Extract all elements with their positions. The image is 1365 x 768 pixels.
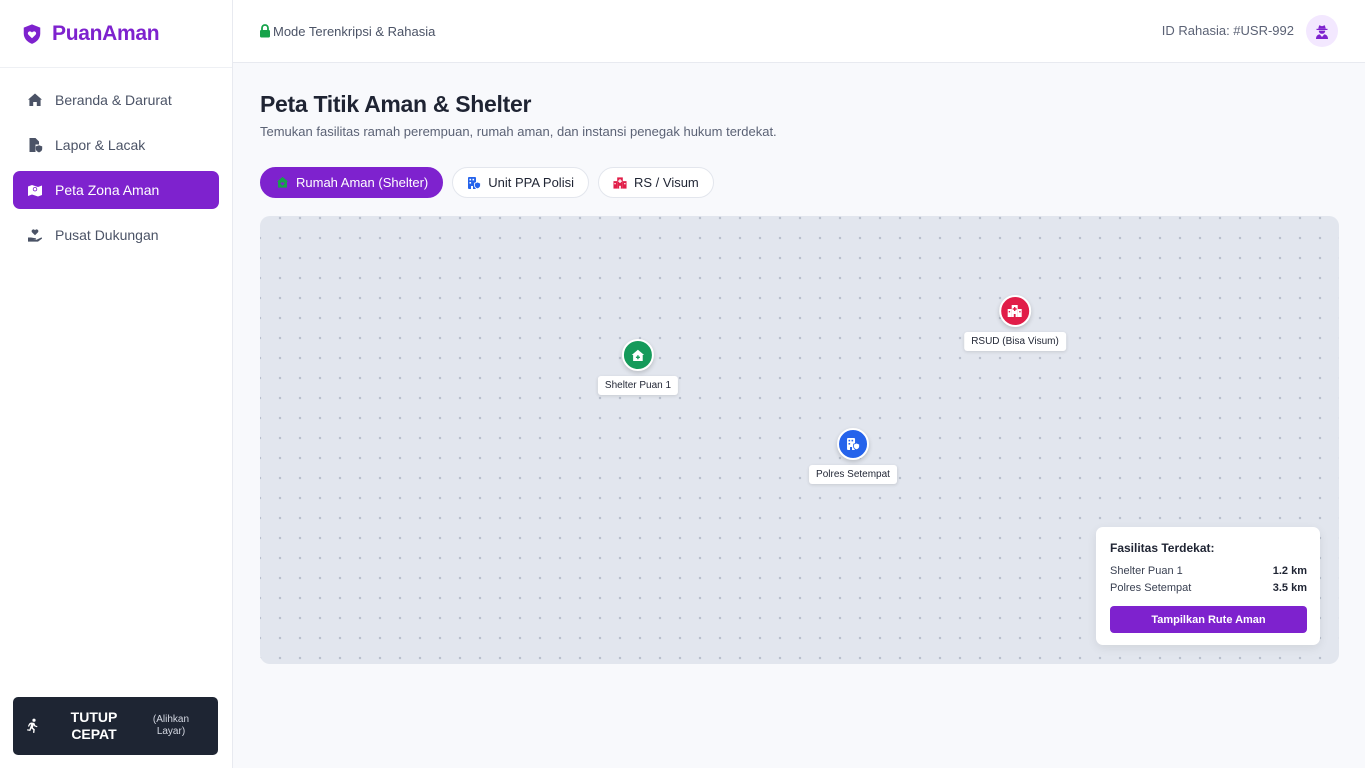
quick-exit-subtitle: (Alihkan Layar) (152, 714, 190, 737)
nearest-title: Fasilitas Terdekat: (1110, 541, 1215, 555)
sidebar-nav: Beranda & Darurat Lapor & Lacak Peta Zon… (0, 68, 232, 254)
hand-holding-heart-icon (27, 227, 43, 243)
marker-label: Shelter Puan 1 (597, 376, 679, 395)
file-shield-icon (27, 137, 43, 153)
police-building-icon (846, 437, 860, 451)
nearest-row[interactable]: Polres Setempat 3.5 km (1110, 582, 1307, 599)
running-person-icon (24, 718, 40, 734)
map-marker-police[interactable]: Polres Setempat (809, 428, 897, 484)
sidebar-item-label: Beranda & Darurat (55, 92, 172, 108)
facility-distance: 3.5 km (1272, 582, 1307, 594)
shield-heart-logo-icon (21, 23, 43, 45)
house-icon (275, 176, 289, 190)
hospital-icon (1007, 304, 1022, 318)
quick-exit-button[interactable]: TUTUP CEPAT (Alihkan Layar) (13, 697, 218, 755)
sidebar-item-label: Peta Zona Aman (55, 182, 160, 198)
show-safe-route-button[interactable]: Tampilkan Rute Aman (1110, 606, 1307, 633)
facility-name: Shelter Puan 1 (1110, 565, 1183, 577)
filter-label: RS / Visum (633, 175, 699, 190)
user-secret-icon (1315, 24, 1329, 39)
sidebar: PuanAman Beranda & Darurat Lapor & Lacak… (0, 0, 233, 768)
filter-label: Unit PPA Polisi (488, 175, 574, 190)
main-content: Peta Titik Aman & Shelter Temukan fasili… (260, 63, 1339, 664)
lock-icon (259, 24, 271, 38)
hospital-icon (613, 176, 627, 190)
shelter-pin[interactable] (621, 339, 654, 371)
map-marker-hospital[interactable]: RSUD (Bisa Visum) (964, 295, 1066, 351)
sidebar-item-label: Lapor & Lacak (55, 137, 146, 153)
brand[interactable]: PuanAman (0, 0, 232, 68)
marker-label: Polres Setempat (809, 465, 897, 484)
marker-label: RSUD (Bisa Visum) (964, 332, 1066, 351)
house-medical-icon (631, 349, 645, 362)
nearest-facilities-card: Fasilitas Terdekat: Shelter Puan 1 1.2 k… (1096, 527, 1320, 645)
nearest-row[interactable]: Shelter Puan 1 1.2 km (1110, 565, 1307, 582)
facility-distance: 1.2 km (1272, 565, 1307, 577)
filter-chips: Rumah Aman (Shelter) Unit PPA Polisi RS … (260, 167, 1339, 198)
sidebar-item-peta[interactable]: Peta Zona Aman (13, 171, 219, 209)
topbar: Mode Terenkripsi & Rahasia ID Rahasia: #… (233, 0, 1365, 63)
filter-shelter[interactable]: Rumah Aman (Shelter) (260, 167, 444, 198)
filter-label: Rumah Aman (Shelter) (296, 175, 429, 190)
map-marker-shelter[interactable]: Shelter Puan 1 (597, 339, 679, 395)
police-pin[interactable] (837, 428, 869, 460)
app-name: PuanAman (52, 21, 160, 45)
sidebar-item-beranda[interactable]: Beranda & Darurat (13, 81, 219, 119)
quick-exit-title: TUTUP CEPAT (70, 709, 118, 742)
page-subtitle: Temukan fasilitas ramah perempuan, rumah… (260, 124, 777, 139)
sidebar-item-dukungan[interactable]: Pusat Dukungan (13, 216, 219, 254)
safe-zone-map[interactable]: Shelter Puan 1 RSUD (Bisa Visum) Polres … (260, 216, 1339, 664)
page-title: Peta Titik Aman & Shelter (260, 91, 532, 117)
filter-police[interactable]: Unit PPA Polisi (452, 167, 589, 198)
encryption-label: Mode Terenkripsi & Rahasia (273, 23, 436, 39)
police-building-icon (467, 176, 482, 190)
encryption-status: Mode Terenkripsi & Rahasia (259, 24, 435, 39)
map-icon (27, 182, 43, 198)
avatar[interactable] (1306, 15, 1338, 47)
sidebar-item-lapor[interactable]: Lapor & Lacak (13, 126, 219, 164)
hospital-pin[interactable] (998, 295, 1031, 327)
home-icon (27, 92, 43, 108)
secret-id: ID Rahasia: #USR-992 (1161, 23, 1294, 38)
filter-hospital[interactable]: RS / Visum (597, 167, 714, 198)
facility-name: Polres Setempat (1110, 582, 1192, 594)
sidebar-item-label: Pusat Dukungan (55, 227, 159, 243)
